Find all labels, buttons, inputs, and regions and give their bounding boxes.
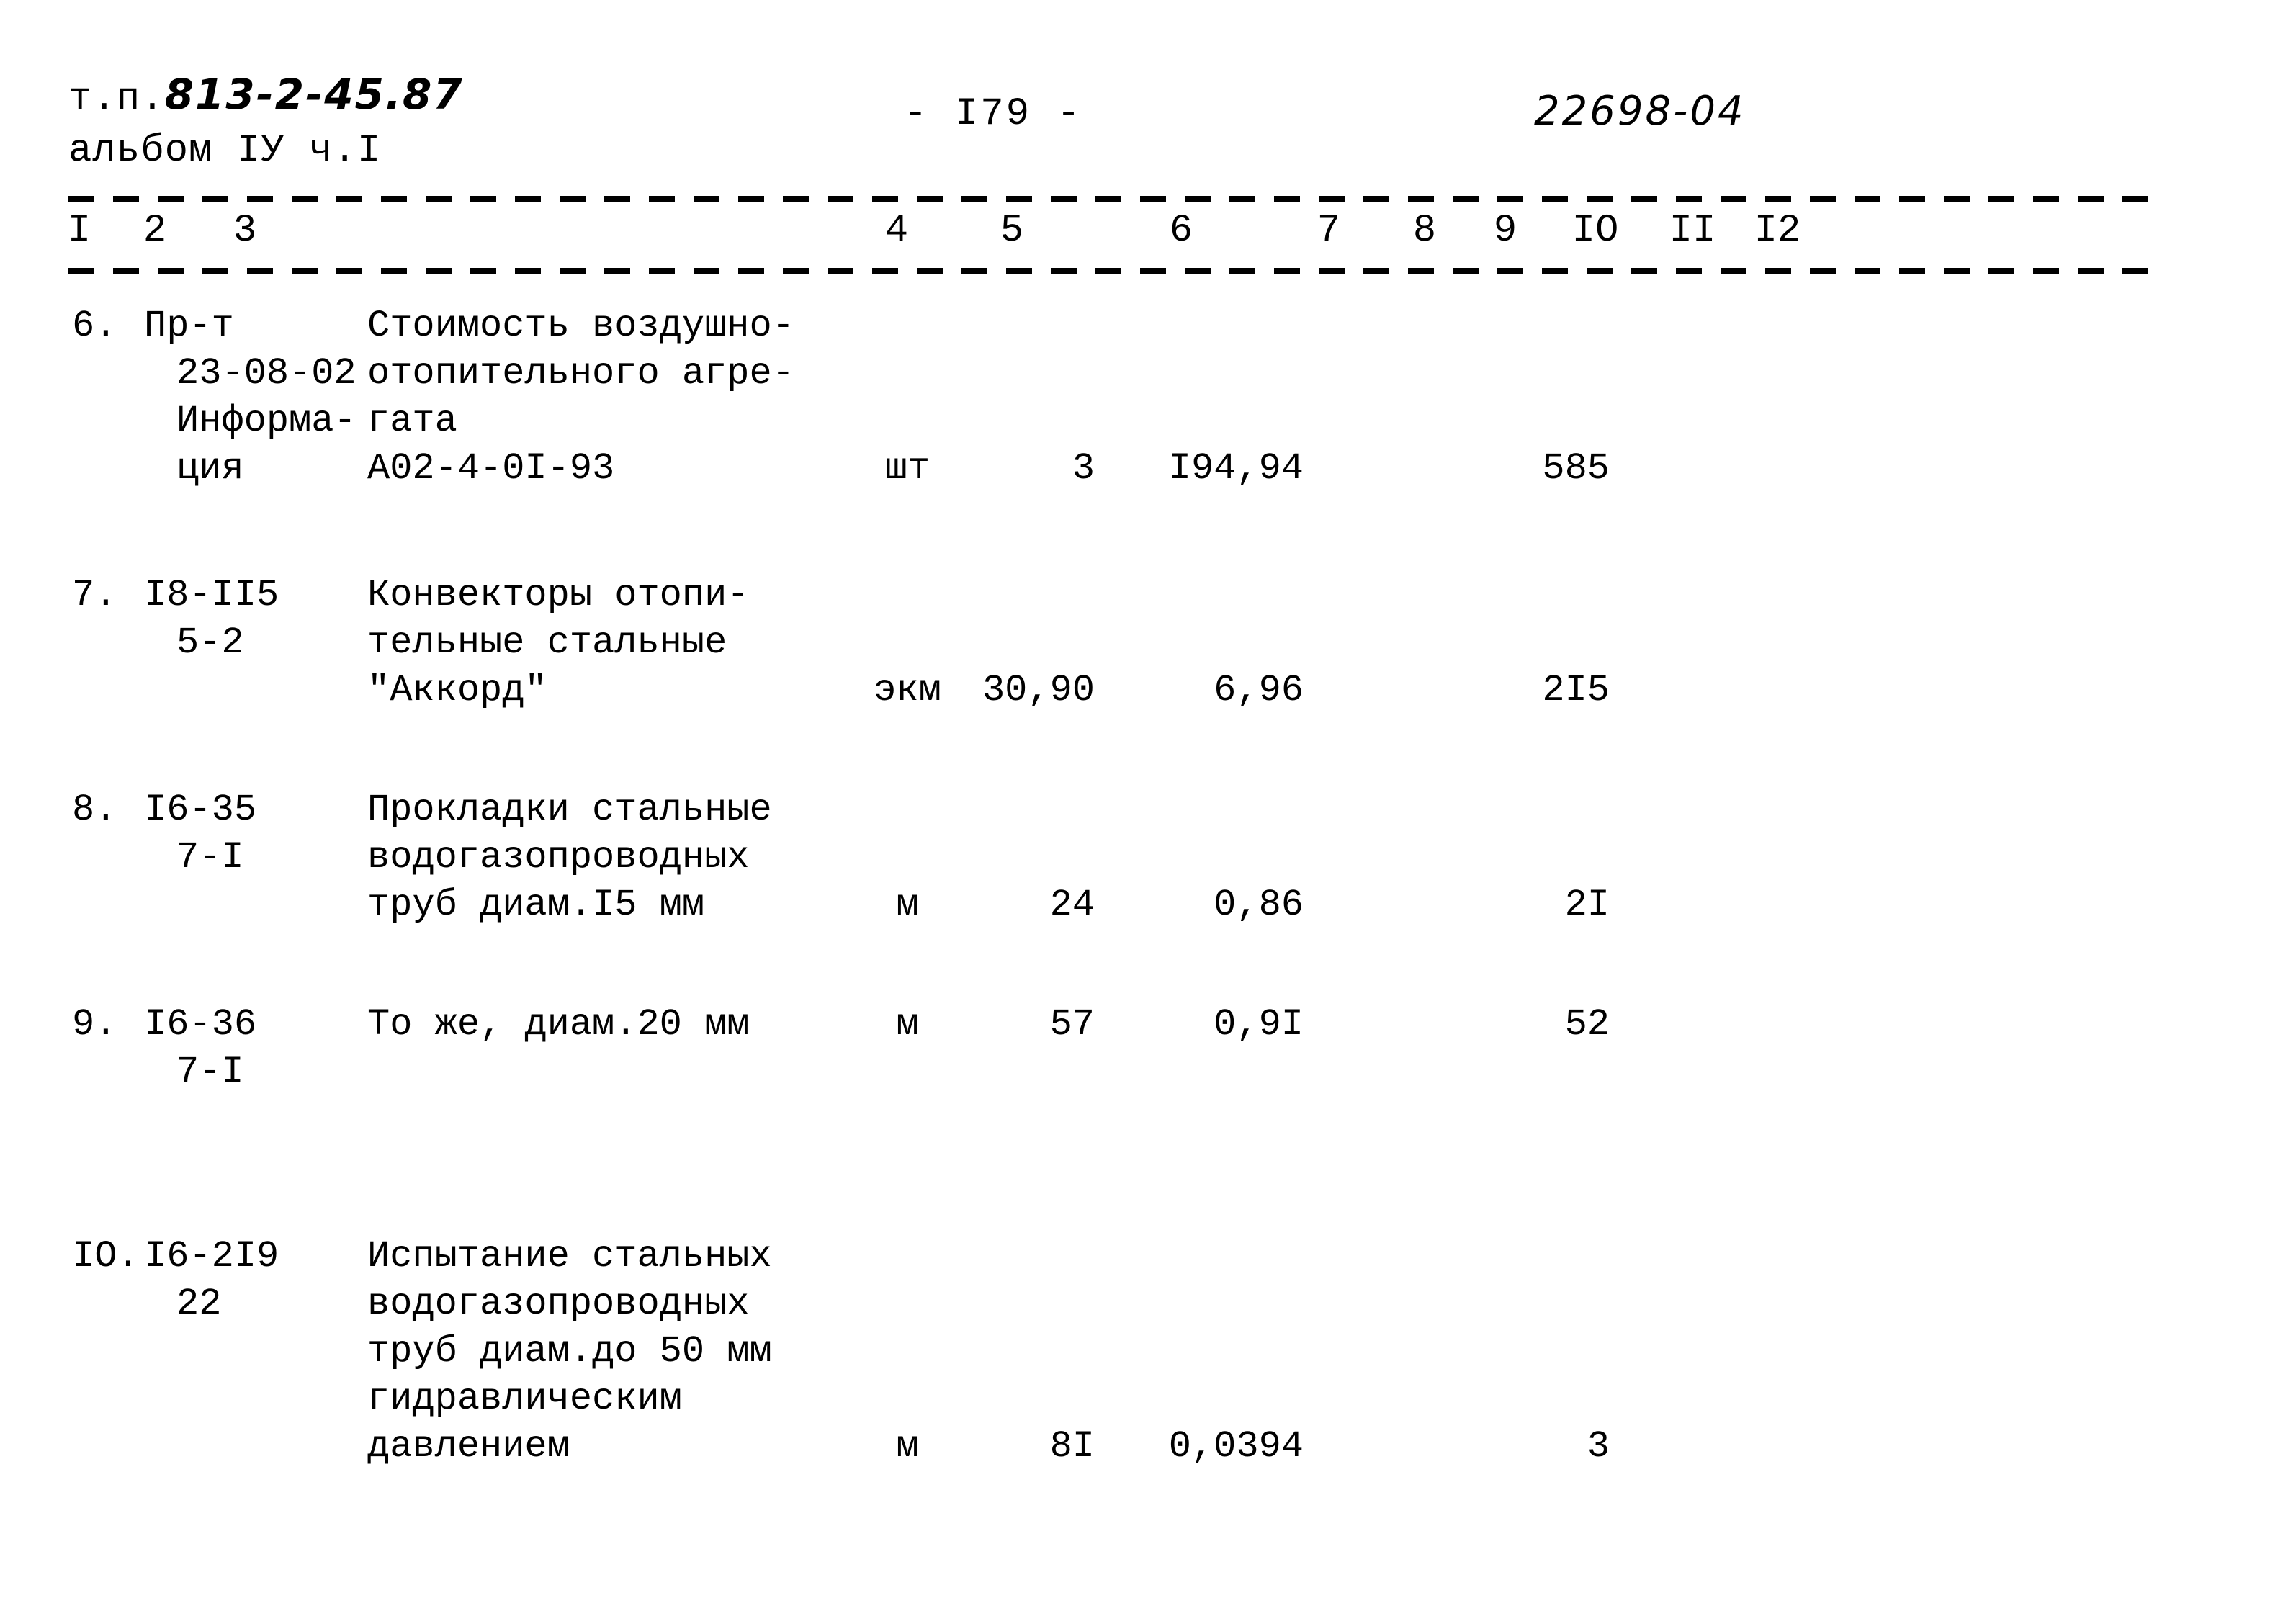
- table-column-number: II: [1669, 209, 1716, 253]
- row-unit-price: 0,0394: [1168, 1425, 1304, 1468]
- table-column-number: 8: [1412, 209, 1437, 253]
- row-unit: м: [896, 1425, 919, 1468]
- row-description-line: А02-4-0I-93: [367, 447, 615, 490]
- row-unit-price: 0,86: [1214, 884, 1304, 926]
- row-total-cost: 585: [1542, 447, 1610, 490]
- row-unit: шт: [884, 447, 930, 490]
- row-quantity: 24: [1049, 884, 1095, 926]
- row-total-cost: 2I: [1564, 884, 1610, 926]
- row-description-line: гидравлическим: [367, 1378, 682, 1420]
- row-description-line: То же, диам.20 мм: [367, 1003, 750, 1046]
- row-description-line: Испытание стальных: [367, 1235, 772, 1278]
- table-column-number: I2: [1754, 209, 1801, 253]
- row-description-line: труб диам.I5 мм: [367, 884, 705, 926]
- archive-code-stamp: 22698-04: [1534, 88, 1746, 135]
- table-column-number: 3: [233, 209, 257, 253]
- page-number: - I79 -: [904, 92, 1082, 136]
- document-prefix-label: т.п.: [68, 77, 165, 121]
- row-unit: м: [896, 1003, 919, 1046]
- document-page: т.п.813-2-45.87 альбом IУ ч.I - I79 - 22…: [0, 0, 2296, 1616]
- table-rule-bottom: [68, 268, 2157, 274]
- table-row: 6. Пр-т 23-08-02 Информа-ция Стоимость возду…: [0, 302, 2296, 493]
- row-unit-price: 0,9I: [1214, 1003, 1304, 1046]
- document-header-left: т.п.813-2-45.87 альбом IУ ч.I: [68, 68, 717, 177]
- row-description-line: водогазопроводных: [367, 1283, 750, 1325]
- row-description-line: отопительного агре-: [367, 352, 794, 395]
- row-description-line: водогазопроводных: [367, 836, 750, 879]
- table-row: IO. I6-2I9 22 Испытание стальных водогазопро…: [0, 1233, 2296, 1471]
- table-column-number: 6: [1169, 209, 1193, 253]
- row-description-line: труб диам.до 50 мм: [367, 1330, 772, 1373]
- row-unit: экм: [874, 669, 941, 712]
- row-quantity: 3: [1072, 447, 1095, 490]
- table-row: 7. I8-II5 5-2 Конвекторы отопи-тельные стал…: [0, 572, 2296, 714]
- table-column-number: IO: [1571, 209, 1619, 253]
- row-description-line: Стоимость воздушно-: [367, 305, 794, 347]
- row-total-cost: 52: [1564, 1003, 1610, 1046]
- row-description-line: тельные стальные: [367, 621, 727, 664]
- table-column-number: 5: [1000, 209, 1024, 253]
- row-description-line: Конвекторы отопи-: [367, 574, 750, 616]
- row-unit-price: 6,96: [1214, 669, 1304, 712]
- album-line: альбом IУ ч.I: [68, 129, 382, 173]
- row-description-line: гата: [367, 400, 457, 442]
- row-description-line: "Аккорд": [367, 669, 547, 712]
- row-quantity: 30,90: [982, 669, 1095, 712]
- table-rule-top: [68, 196, 2157, 202]
- table-column-number: I: [67, 209, 91, 253]
- row-total-cost: 2I5: [1542, 669, 1610, 712]
- row-total-cost: 3: [1587, 1425, 1610, 1468]
- row-code-line: 7-I: [176, 1051, 244, 1093]
- table-column-number: 2: [143, 209, 167, 253]
- table-row: 8. I6-35 7-I Прокладки стальные водогазопров…: [0, 786, 2296, 929]
- row-code-line: I6-35: [144, 789, 257, 831]
- row-code-line: I6-36: [144, 1003, 257, 1046]
- table-column-number-row: I 2 3 4 5 6 7 8 9 IO II I2: [0, 209, 2296, 264]
- document-number-line: т.п.813-2-45.87: [68, 68, 717, 125]
- row-unit: м: [896, 884, 919, 926]
- table-row: 9. I6-36 7-I То же, диам.20 мм м 57 0,9I 52: [0, 1001, 2296, 1096]
- table-column-number: 7: [1317, 209, 1341, 253]
- row-quantity: 57: [1049, 1003, 1095, 1046]
- table-column-number: 9: [1493, 209, 1517, 253]
- table-column-number: 4: [884, 209, 909, 253]
- row-quantity: 8I: [1049, 1425, 1095, 1468]
- row-code-line: I8-II5: [144, 574, 279, 616]
- row-code-line: Пр-т: [144, 305, 234, 347]
- row-code-line: I6-2I9: [144, 1235, 279, 1278]
- document-number-stamp: 813-2-45.87: [164, 70, 464, 119]
- row-description-line: давлением: [367, 1425, 570, 1468]
- row-unit-price: I94,94: [1168, 447, 1304, 490]
- row-description-line: Прокладки стальные: [367, 789, 772, 831]
